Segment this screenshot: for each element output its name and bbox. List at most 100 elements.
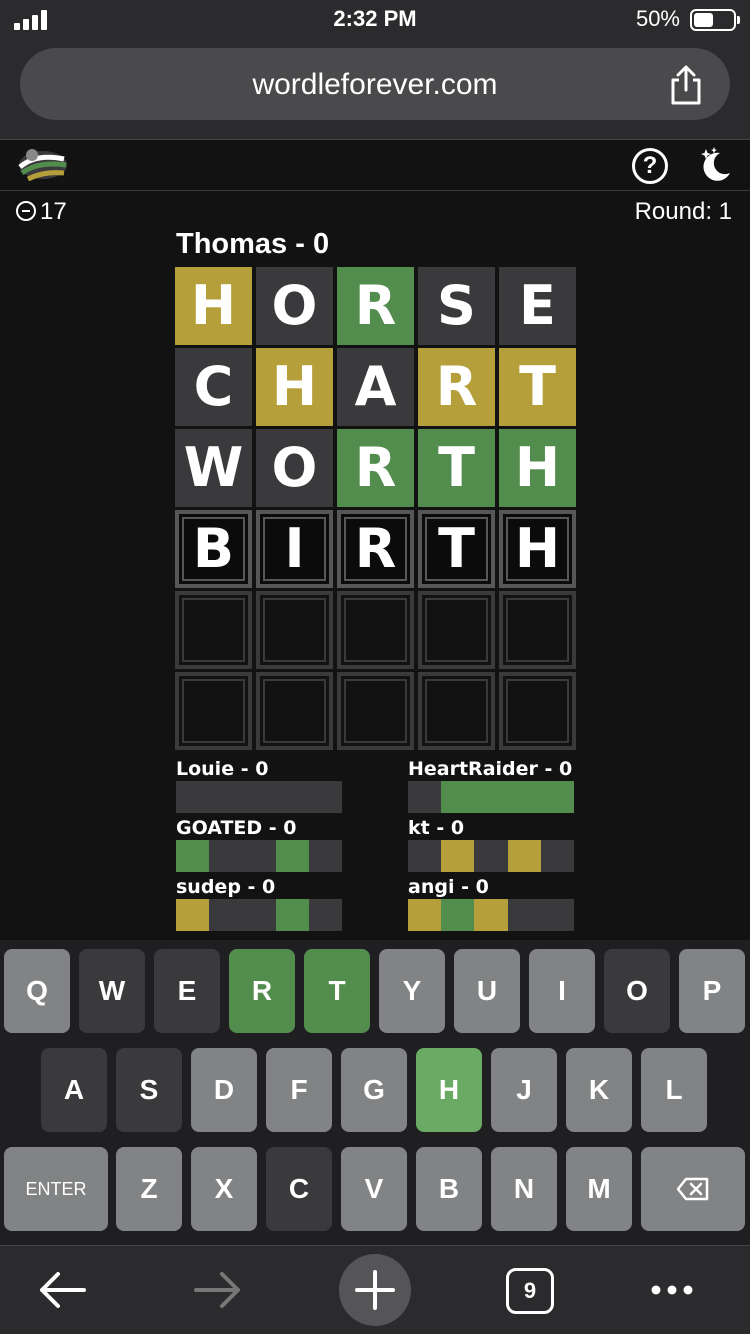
key-m[interactable]: M	[566, 1147, 632, 1231]
opponent-progress-row	[408, 899, 574, 931]
forward-arrow-icon[interactable]	[182, 1258, 254, 1322]
board-tile: R	[418, 348, 495, 426]
board-tile: R	[337, 267, 414, 345]
board-tile	[256, 672, 333, 750]
board-tile: R	[337, 510, 414, 588]
dark-mode-icon[interactable]	[696, 145, 736, 185]
key-v[interactable]: V	[341, 1147, 407, 1231]
key-h[interactable]: H	[416, 1048, 482, 1132]
address-bar[interactable]: wordleforever.com	[20, 48, 730, 120]
board-tile: H	[175, 267, 252, 345]
key-t[interactable]: T	[304, 949, 370, 1033]
key-w[interactable]: W	[79, 949, 145, 1033]
opponent-tile	[441, 899, 475, 931]
opponent-progress-row	[408, 840, 574, 872]
key-g[interactable]: G	[341, 1048, 407, 1132]
opponent-tile	[540, 781, 574, 813]
board-tile: R	[337, 429, 414, 507]
opponent-name: sudep - 0	[176, 876, 276, 898]
key-s[interactable]: S	[116, 1048, 182, 1132]
opponent-tile	[408, 899, 442, 931]
browser-toolbar: 9	[0, 1245, 750, 1334]
game-header: ?	[0, 141, 750, 191]
plus-icon	[355, 1270, 395, 1310]
key-l[interactable]: L	[641, 1048, 707, 1132]
opponent-tile	[176, 899, 210, 931]
opponent-tile	[308, 840, 342, 872]
game-board: HORSECHARTWORTHBIRTH	[175, 267, 576, 750]
key-z[interactable]: Z	[116, 1147, 182, 1231]
key-e[interactable]: E	[154, 949, 220, 1033]
key-p[interactable]: P	[679, 949, 745, 1033]
board-tile: A	[337, 348, 414, 426]
opponent-tile	[408, 781, 442, 813]
key-a[interactable]: A	[41, 1048, 107, 1132]
board-tile: C	[175, 348, 252, 426]
board-row	[175, 672, 576, 750]
key-k[interactable]: K	[566, 1048, 632, 1132]
opponent-name: kt - 0	[408, 817, 465, 839]
board-tile: O	[256, 429, 333, 507]
key-n[interactable]: N	[491, 1147, 557, 1231]
backspace-key[interactable]	[641, 1147, 745, 1231]
key-c[interactable]: C	[266, 1147, 332, 1231]
opponent-tile	[507, 840, 541, 872]
opponent-name: angi - 0	[408, 876, 489, 898]
opponent-name: GOATED - 0	[176, 817, 297, 839]
opponent-tile	[474, 899, 508, 931]
key-q[interactable]: Q	[4, 949, 70, 1033]
key-b[interactable]: B	[416, 1147, 482, 1231]
help-icon[interactable]: ?	[632, 148, 668, 184]
site-logo[interactable]	[16, 143, 70, 187]
key-j[interactable]: J	[491, 1048, 557, 1132]
opponent-tile	[474, 781, 508, 813]
board-tile: H	[499, 429, 576, 507]
board-tile: T	[418, 429, 495, 507]
opponent-tile	[408, 840, 442, 872]
opponent-tile	[507, 781, 541, 813]
backspace-icon	[676, 1177, 709, 1201]
on-screen-keyboard: Q W E R T Y U I O P A S D F G H J K L ENTER Z X C V B N M	[0, 940, 750, 1245]
board-tile	[175, 591, 252, 669]
round-timer: 17	[16, 198, 67, 226]
share-icon[interactable]	[668, 64, 704, 106]
opponent-name: HeartRaider - 0	[408, 758, 573, 780]
opponent-tile	[308, 781, 342, 813]
back-arrow-icon[interactable]	[26, 1258, 98, 1322]
board-tile	[175, 672, 252, 750]
key-d[interactable]: D	[191, 1048, 257, 1132]
board-tile: I	[256, 510, 333, 588]
enter-key[interactable]: ENTER	[4, 1147, 108, 1231]
board-tile	[499, 672, 576, 750]
opponent-tile	[275, 840, 309, 872]
opponent-progress-row	[408, 781, 574, 813]
opponent-tile	[507, 899, 541, 931]
timer-value: 17	[40, 198, 67, 225]
key-i[interactable]: I	[529, 949, 595, 1033]
opponent-tile	[176, 781, 210, 813]
more-menu-icon[interactable]	[636, 1258, 708, 1322]
board-row: WORTH	[175, 429, 576, 507]
new-tab-button[interactable]	[339, 1254, 411, 1326]
timer-icon	[16, 201, 36, 221]
key-o[interactable]: O	[604, 949, 670, 1033]
opponent-progress-row	[176, 840, 342, 872]
board-tile	[337, 591, 414, 669]
key-x[interactable]: X	[191, 1147, 257, 1231]
opponent-progress-row	[176, 781, 342, 813]
board-tile: S	[418, 267, 495, 345]
key-u[interactable]: U	[454, 949, 520, 1033]
board-tile: T	[418, 510, 495, 588]
status-bar: 2:32 PM 50%	[0, 0, 750, 42]
opponent-tile	[242, 781, 276, 813]
board-tile: W	[175, 429, 252, 507]
opponent-tile	[176, 840, 210, 872]
key-y[interactable]: Y	[379, 949, 445, 1033]
board-row: CHART	[175, 348, 576, 426]
key-f[interactable]: F	[266, 1048, 332, 1132]
board-tile: T	[499, 348, 576, 426]
key-r[interactable]: R	[229, 949, 295, 1033]
tabs-button[interactable]: 9	[506, 1268, 554, 1314]
opponent-tile	[308, 899, 342, 931]
opponent-progress-row	[176, 899, 342, 931]
